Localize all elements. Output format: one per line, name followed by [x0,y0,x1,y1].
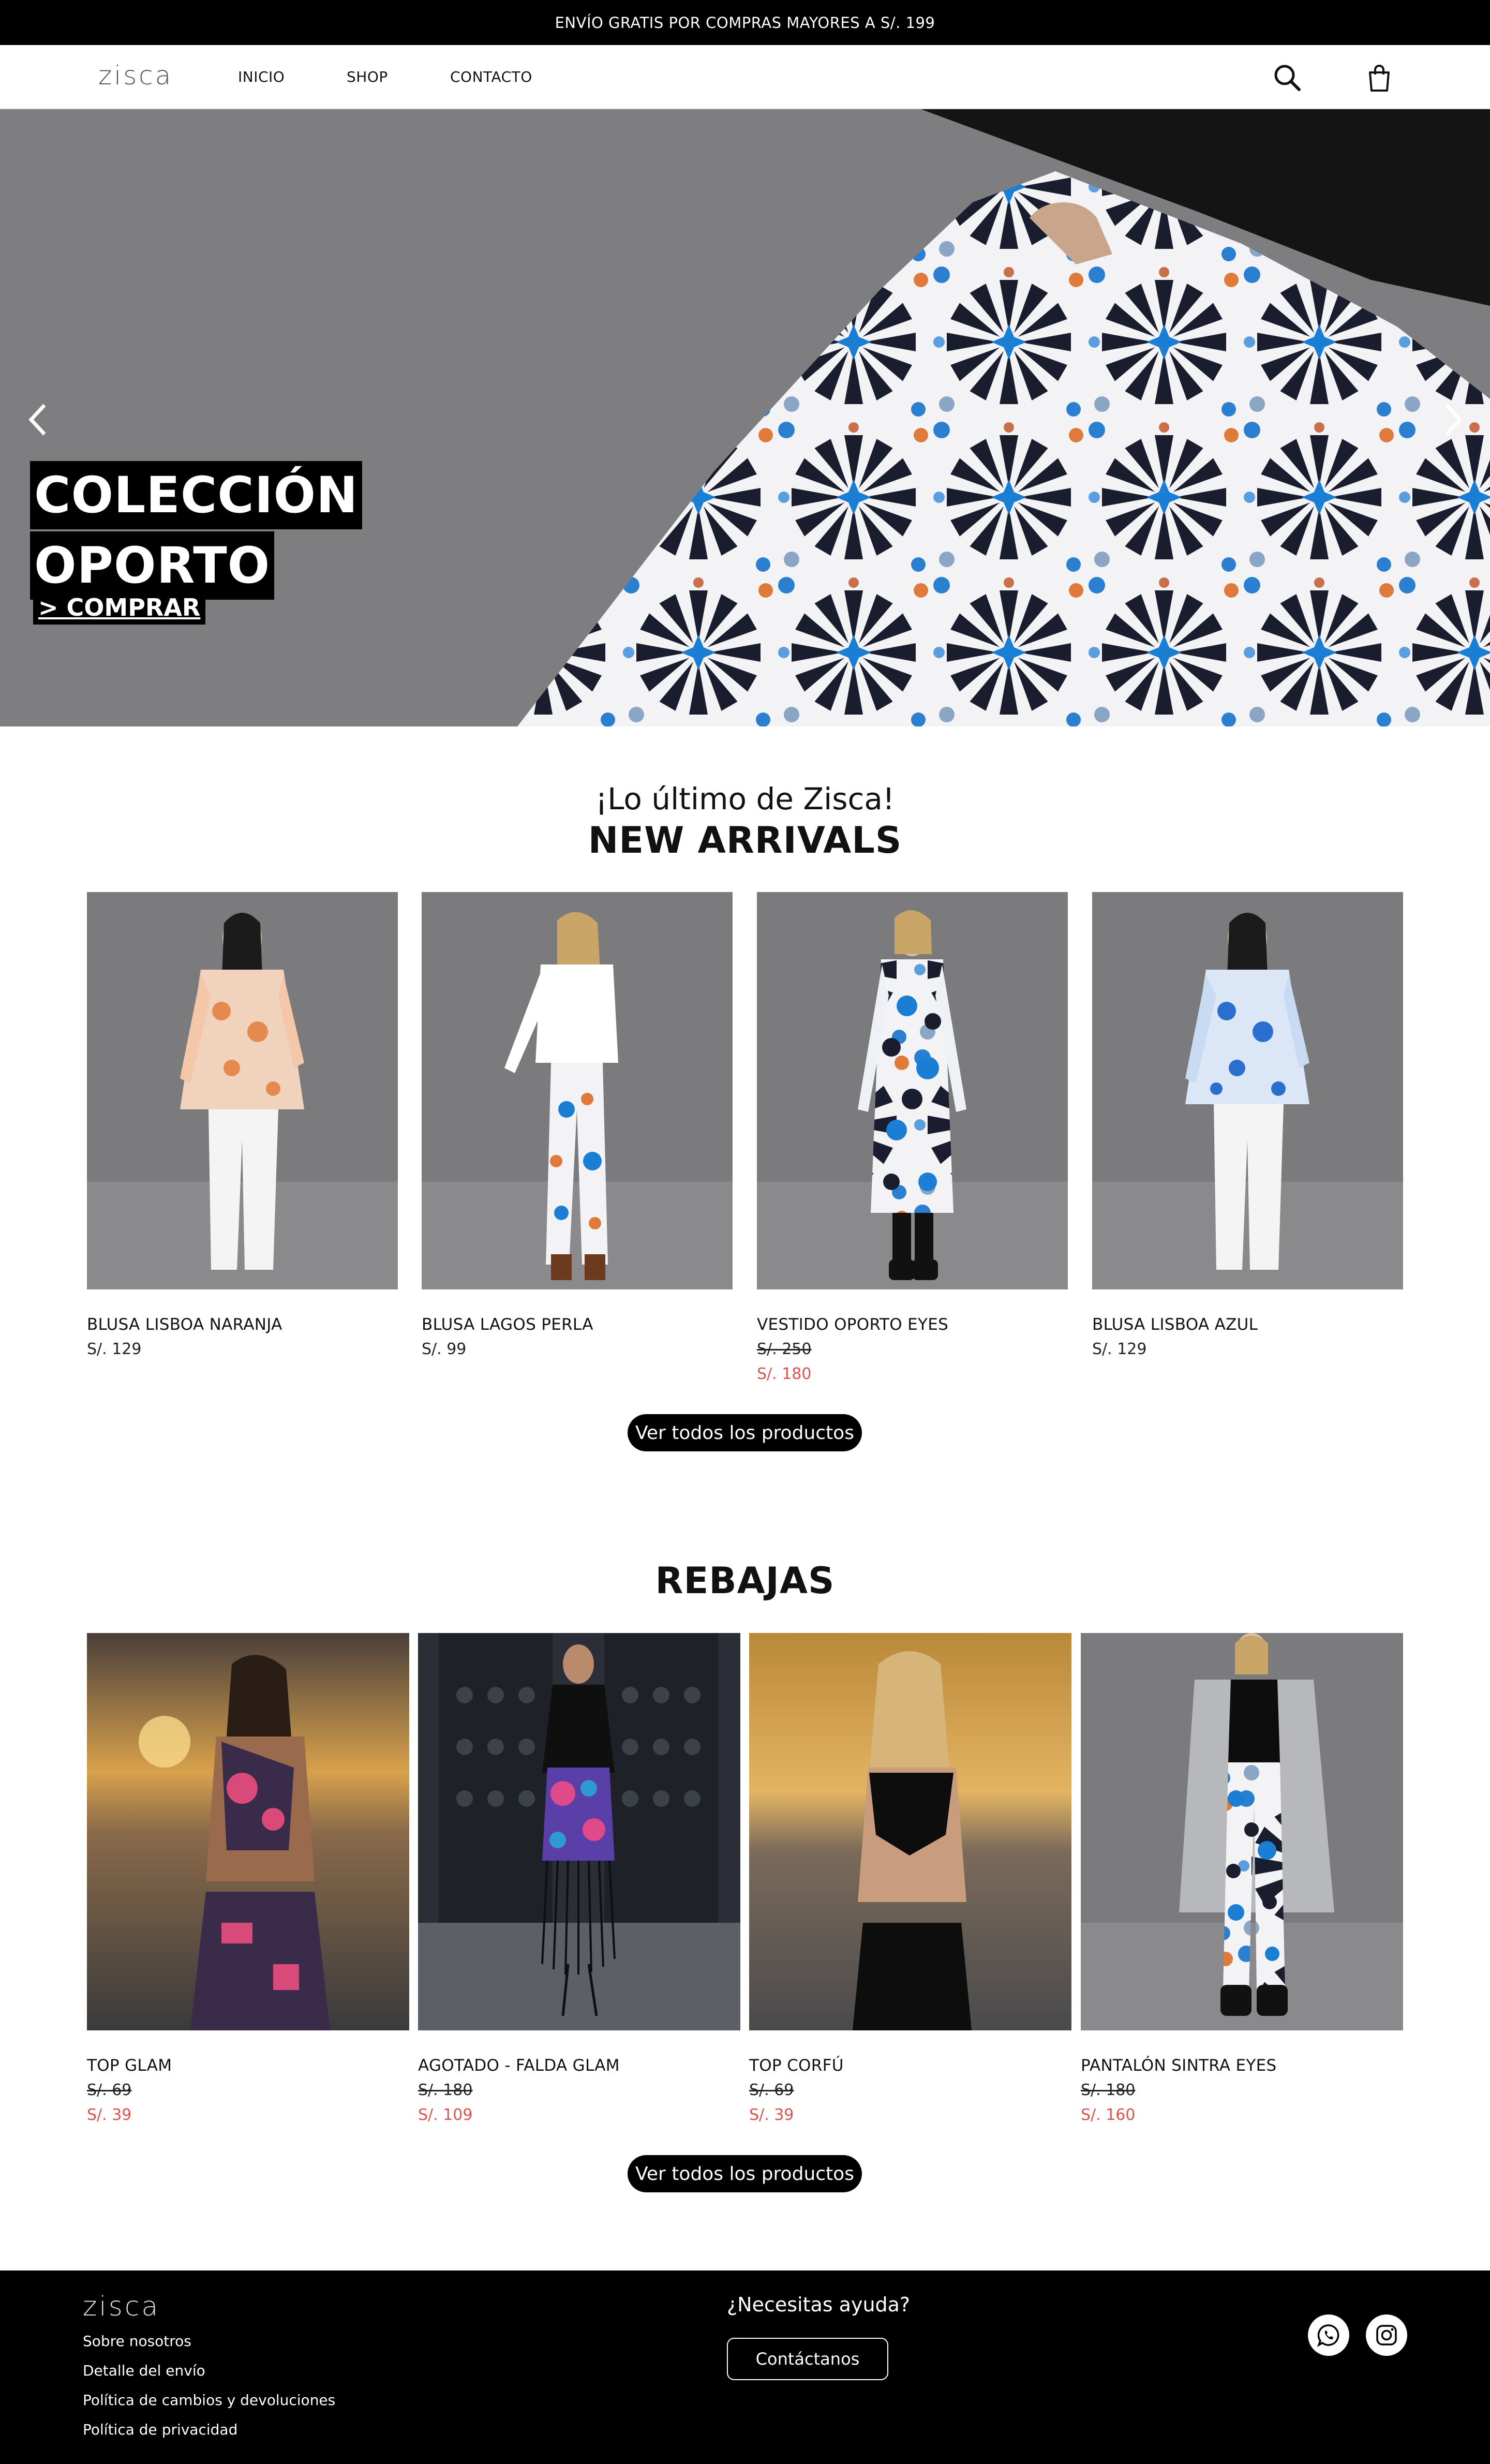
hero-banner[interactable]: COLECCIÓN OPORTO > COMPRAR [0,109,1490,726]
cart-icon[interactable] [1364,62,1395,93]
product-old-price: S/. 69 [87,2081,132,2099]
footer-link-privacy[interactable]: Política de privacidad [83,2421,237,2438]
product-name[interactable]: TOP GLAM [87,2056,172,2075]
footer-link-returns[interactable]: Política de cambios y devoluciones [83,2392,335,2409]
product-sale-price: S/. 180 [757,1365,812,1383]
hero-title-line-2: OPORTO [30,531,275,600]
announcement-bar: ENVÍO GRATIS POR COMPRAS MAYORES A S/. 1… [0,0,1490,45]
instagram-icon[interactable] [1366,2314,1407,2356]
hero-next-arrow[interactable] [1434,399,1470,440]
product-image[interactable] [418,1633,740,2030]
product-price: S/. 129 [1092,1340,1147,1358]
product-sale-price: S/. 160 [1081,2106,1136,2124]
product-image[interactable] [749,1633,1071,2030]
product-name[interactable]: TOP CORFÚ [749,2056,844,2075]
new-arrivals-subtitle: ¡Lo último de Zisca! [595,781,895,817]
product-price: S/. 129 [87,1340,142,1358]
hero-image [0,109,1490,726]
footer-link-shipping[interactable]: Detalle del envío [83,2362,205,2379]
logo[interactable]: zisca [98,61,173,91]
product-image[interactable] [87,1633,409,2030]
product-name[interactable]: BLUSA LAGOS PERLA [422,1315,593,1334]
product-sale-price: S/. 39 [87,2106,132,2124]
product-price: S/. 99 [422,1340,467,1358]
product-name[interactable]: BLUSA LISBOA AZUL [1092,1315,1258,1334]
view-all-sale-button[interactable]: Ver todos los productos [628,2155,862,2192]
hero-shop-link[interactable]: > COMPRAR [33,590,206,625]
product-sale-price: S/. 109 [418,2106,473,2124]
contact-button[interactable]: Contáctanos [727,2338,888,2380]
product-name[interactable]: AGOTADO - FALDA GLAM [418,2056,620,2075]
product-name[interactable]: PANTALÓN SINTRA EYES [1081,2056,1277,2075]
product-name[interactable]: BLUSA LISBOA NARANJA [87,1315,282,1334]
search-icon[interactable] [1272,62,1303,93]
footer-logo[interactable]: zisca [83,2291,160,2322]
view-all-new-arrivals-button[interactable]: Ver todos los productos [628,1414,862,1451]
nav-inicio[interactable]: INICIO [238,68,285,85]
sale-title: REBAJAS [655,1560,835,1602]
help-title: ¿Necesitas ayuda? [727,2293,911,2316]
product-image[interactable] [1081,1633,1403,2030]
hero-prev-arrow[interactable] [21,399,57,440]
site-footer: zisca Sobre nosotros Detalle del envío P… [0,2270,1490,2464]
product-name[interactable]: VESTIDO OPORTO EYES [757,1315,948,1334]
product-image[interactable] [1092,892,1403,1289]
whatsapp-icon[interactable] [1308,2314,1349,2356]
nav-contacto[interactable]: CONTACTO [450,68,532,85]
product-image[interactable] [422,892,733,1289]
product-old-price: S/. 180 [1081,2081,1136,2099]
product-old-price: S/. 250 [757,1340,812,1358]
site-header: zisca INICIO SHOP CONTACTO [0,45,1490,109]
hero-title-line-1: COLECCIÓN [30,461,363,529]
footer-link-about[interactable]: Sobre nosotros [83,2333,191,2350]
product-image[interactable] [87,892,398,1289]
nav-shop[interactable]: SHOP [347,68,388,85]
product-sale-price: S/. 39 [749,2106,794,2124]
announcement-text: ENVÍO GRATIS POR COMPRAS MAYORES A S/. 1… [555,13,935,32]
new-arrivals-title: NEW ARRIVALS [588,819,902,862]
product-old-price: S/. 180 [418,2081,473,2099]
product-old-price: S/. 69 [749,2081,794,2099]
product-image[interactable] [757,892,1068,1289]
